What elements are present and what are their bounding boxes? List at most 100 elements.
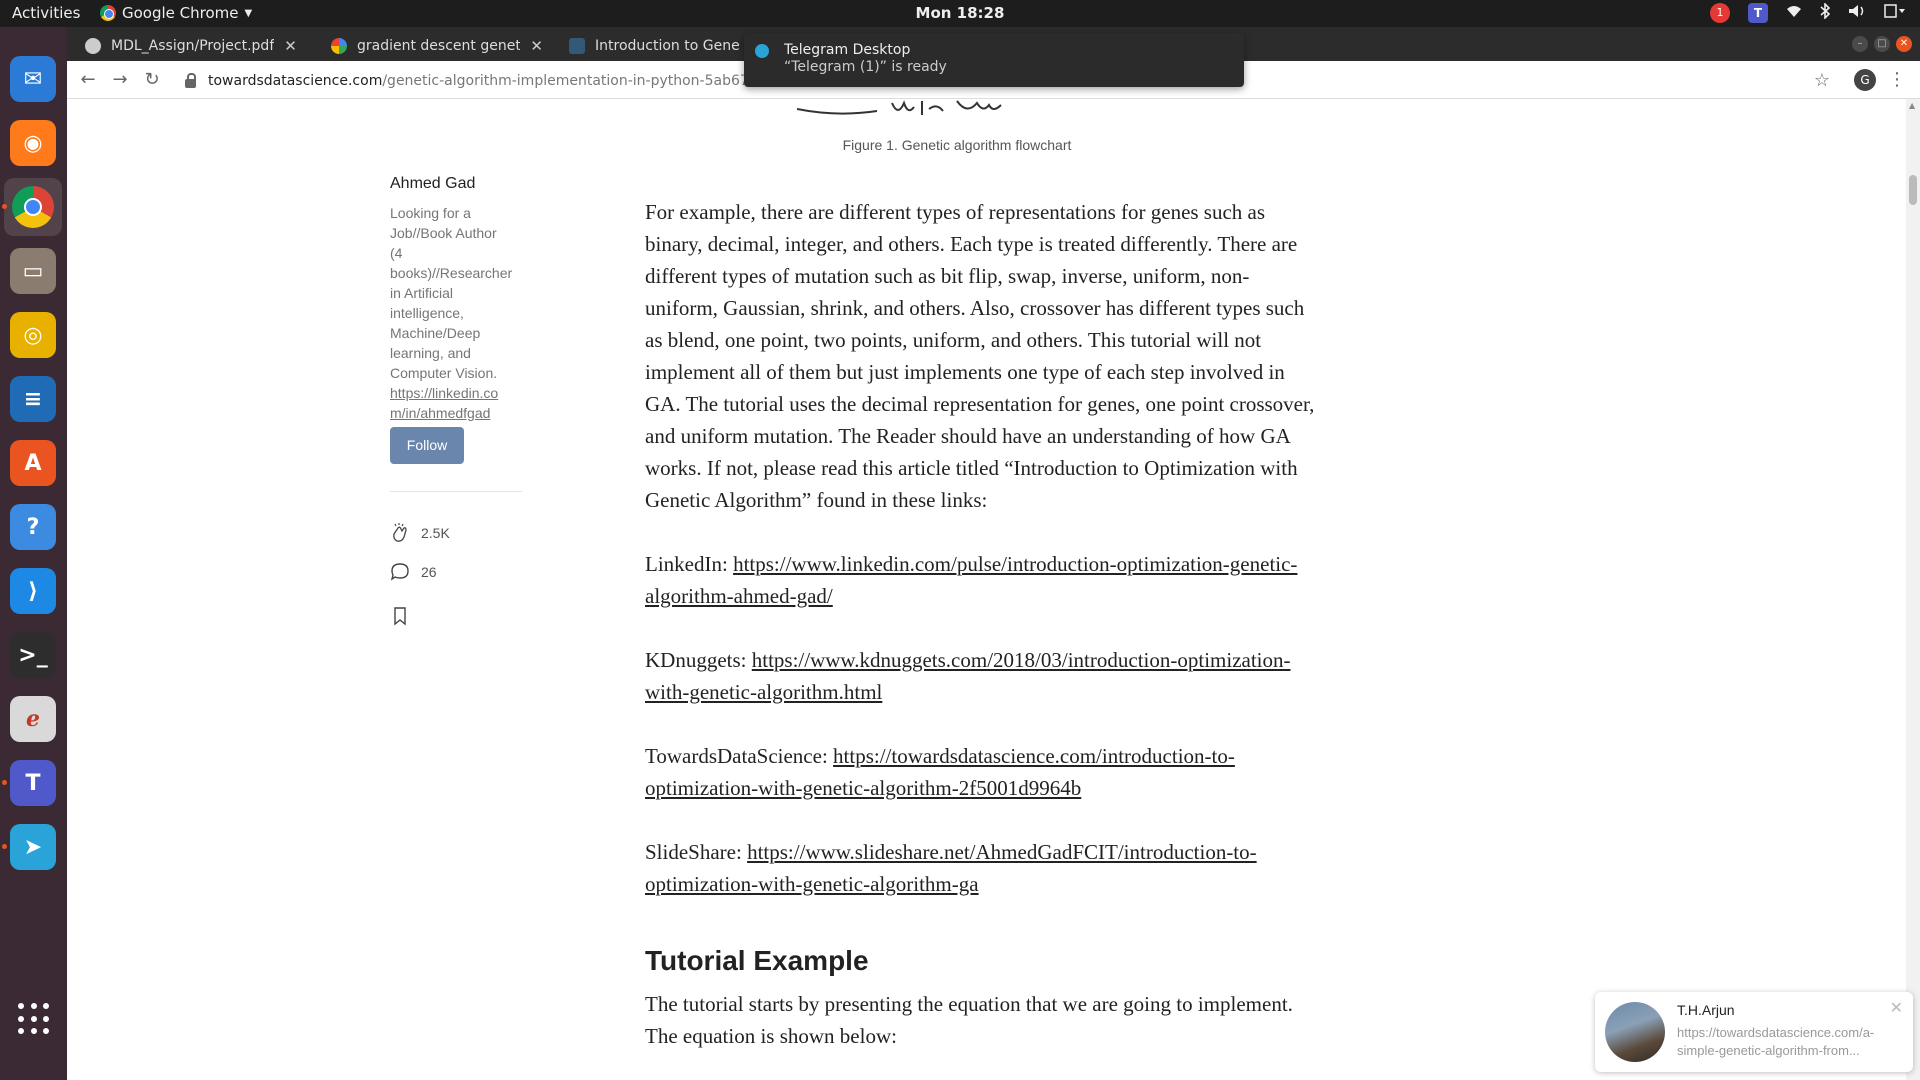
vscode-icon[interactable]: ⟩: [10, 568, 56, 614]
teams-tray-icon[interactable]: T: [1748, 3, 1768, 23]
running-indicator: [2, 844, 7, 849]
article-body: For example, there are different types o…: [645, 196, 1317, 1080]
clap-count: 2.5K: [421, 525, 450, 541]
link-paragraph-kdnuggets: KDnuggets: https://www.kdnuggets.com/201…: [645, 644, 1317, 708]
responses-count: 26: [421, 564, 437, 580]
link-label: TowardsDataScience:: [645, 744, 828, 768]
system-tray[interactable]: 1 T: [1710, 2, 1906, 23]
article-link[interactable]: https://www.linkedin.com/pulse/introduct…: [645, 552, 1297, 608]
sidebar-divider: [390, 491, 522, 492]
tab-google-search[interactable]: gradient descent genetic ✕: [321, 30, 553, 61]
link-label: SlideShare:: [645, 840, 742, 864]
app-menu-label: Google Chrome: [122, 4, 239, 22]
chrome-app-icon: [100, 5, 116, 21]
paragraph: For example, there are different types o…: [645, 200, 1315, 512]
web-page: Figure 1. Genetic algorithm flowchart Ah…: [67, 99, 1920, 1080]
bookmark-button[interactable]: [389, 605, 411, 627]
software-center-icon[interactable]: A: [10, 440, 56, 486]
author-name[interactable]: Ahmed Gad: [390, 175, 510, 193]
tab-title: Introduction to Geneti: [595, 37, 739, 54]
close-window-icon[interactable]: ✕: [1896, 36, 1912, 52]
clap-button[interactable]: 2.5K: [389, 522, 450, 544]
notification-badge-icon[interactable]: 1: [1710, 3, 1730, 23]
reload-icon[interactable]: ↻: [141, 69, 163, 91]
scrollbar-thumb[interactable]: [1909, 175, 1917, 205]
files-icon[interactable]: ▭: [10, 248, 56, 294]
sender-name: T.H.Arjun: [1677, 1002, 1735, 1018]
show-applications-icon[interactable]: [18, 1003, 50, 1035]
link-paragraph-linkedin: LinkedIn: https://www.linkedin.com/pulse…: [645, 548, 1317, 612]
flowchart-image: [797, 100, 1002, 115]
page-scrollbar[interactable]: ▲: [1906, 99, 1920, 1080]
bookmark-icon: [394, 607, 406, 626]
figure-caption: Figure 1. Genetic algorithm flowchart: [842, 137, 1072, 153]
responses-button[interactable]: 26: [389, 561, 437, 583]
tds-icon: [569, 37, 585, 54]
section-heading: Tutorial Example: [645, 945, 869, 976]
bookmark-star-icon[interactable]: ☆: [1814, 70, 1830, 91]
clap-icon: [393, 523, 407, 542]
telegram-notification[interactable]: Telegram Desktop “Telegram (1)” is ready: [744, 33, 1244, 87]
firefox-icon[interactable]: ◉: [10, 120, 56, 166]
forward-icon[interactable]: →: [109, 69, 131, 91]
activities-button[interactable]: Activities: [12, 4, 80, 22]
author-bio-text: Looking for a Job//Book Author (4 books)…: [390, 205, 513, 381]
document-viewer-icon[interactable]: ℯ: [10, 696, 56, 742]
wifi-icon[interactable]: [1786, 4, 1802, 22]
link-label: LinkedIn:: [645, 552, 728, 576]
running-indicator: [2, 204, 7, 209]
notification-title: Telegram Desktop: [784, 42, 911, 58]
thunderbird-icon[interactable]: ✉: [10, 56, 56, 102]
close-icon[interactable]: ✕: [1890, 998, 1903, 1018]
url-path: /genetic-algorithm-implementation-in-pyt…: [382, 73, 802, 89]
ubuntu-dock: ✉ ◉ ▭ ◎ ≡ A? ⟩ >_ ℯ T ➤: [0, 27, 67, 1080]
avatar: [1605, 1002, 1665, 1062]
running-indicator: [2, 780, 7, 785]
chat-notification[interactable]: T.H.Arjun https://towardsdatascience.com…: [1595, 992, 1913, 1072]
paragraph: The tutorial starts by presenting the eq…: [645, 992, 1293, 1048]
caret-down-icon: ▼: [244, 7, 253, 19]
profile-avatar[interactable]: G: [1854, 69, 1876, 91]
maximize-icon[interactable]: □: [1874, 36, 1890, 52]
volume-icon[interactable]: [1848, 4, 1866, 22]
link-paragraph-tds: TowardsDataScience: https://towardsdatas…: [645, 740, 1317, 804]
comment-icon: [390, 563, 409, 581]
tab-project-pdf[interactable]: MDL_Assign/Project.pdf ✕: [75, 30, 315, 61]
chrome-window: MDL_Assign/Project.pdf ✕ gradient descen…: [67, 27, 1920, 1080]
window-controls: – □ ✕: [1852, 36, 1912, 52]
scroll-up-icon[interactable]: ▲: [1909, 101, 1915, 110]
link-paragraph-slideshare: SlideShare: https://www.slideshare.net/A…: [645, 836, 1317, 900]
tab-introduction-genetic[interactable]: Introduction to Geneti: [559, 30, 749, 61]
tab-title: MDL_Assign/Project.pdf: [111, 37, 275, 54]
bluetooth-icon[interactable]: [1820, 2, 1831, 23]
power-menu-icon[interactable]: [1884, 4, 1906, 22]
chrome-icon[interactable]: [4, 178, 62, 236]
telegram-icon[interactable]: ➤: [10, 824, 56, 870]
author-bio: Looking for a Job//Book Author (4 books)…: [390, 203, 513, 423]
help-icon[interactable]: ?: [10, 504, 56, 550]
google-icon: [331, 37, 347, 54]
close-tab-icon[interactable]: ✕: [284, 37, 297, 55]
system-top-bar: Activities Google Chrome ▼ Mon 18:28 1 T: [0, 0, 1920, 27]
writer-icon[interactable]: ≡: [10, 376, 56, 422]
chrome-menu-icon[interactable]: ⋮: [1888, 69, 1906, 90]
telegram-icon: [755, 44, 769, 58]
link-label: KDnuggets:: [645, 648, 747, 672]
app-menu[interactable]: Google Chrome ▼: [100, 4, 252, 22]
author-card: Ahmed Gad Looking for a Job//Book Author…: [390, 175, 513, 423]
close-tab-icon[interactable]: ✕: [530, 37, 543, 55]
minimize-icon[interactable]: –: [1852, 36, 1868, 52]
lock-icon[interactable]: [185, 72, 196, 88]
message-preview: https://towardsdatascience.com/a-simple-…: [1677, 1025, 1875, 1058]
url-host: towardsdatascience.com: [208, 73, 383, 89]
terminal-icon[interactable]: >_: [10, 632, 56, 678]
notification-body: “Telegram (1)” is ready: [784, 59, 947, 75]
rhythmbox-icon[interactable]: ◎: [10, 312, 56, 358]
tab-title: gradient descent genetic: [357, 37, 521, 54]
clock[interactable]: Mon 18:28: [0, 4, 1920, 22]
author-linkedin-link[interactable]: https://linkedin.com/in/ahmedfgad: [390, 383, 510, 423]
teams-icon[interactable]: T: [10, 760, 56, 806]
follow-button[interactable]: Follow: [390, 427, 464, 464]
github-icon: [85, 37, 101, 54]
back-icon[interactable]: ←: [77, 69, 99, 91]
